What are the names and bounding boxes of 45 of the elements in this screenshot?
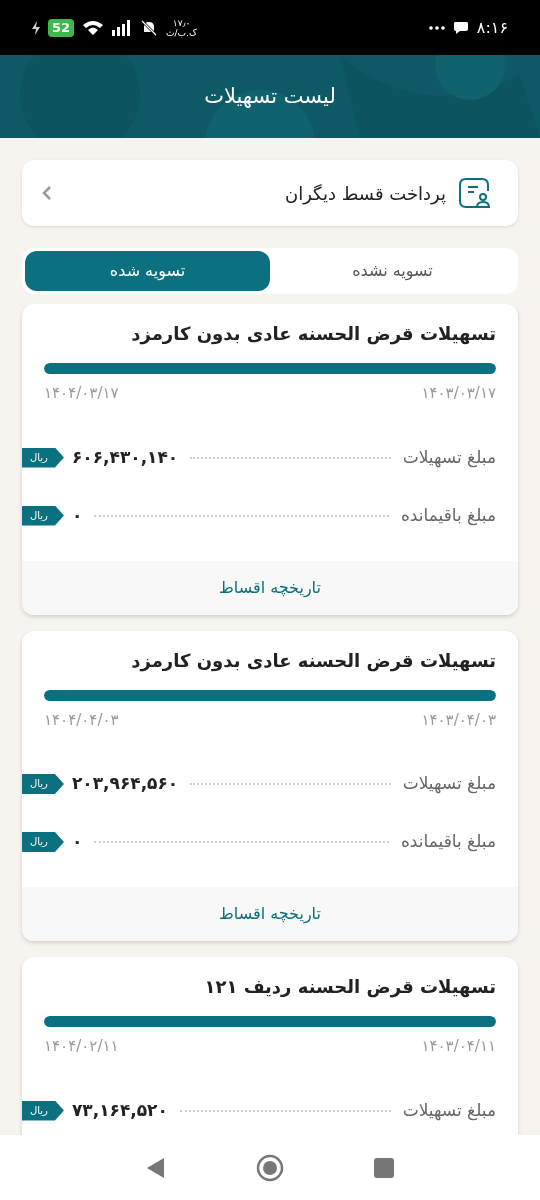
pay-others-installment-button[interactable]: پرداخت قسط دیگران — [22, 160, 518, 226]
signal-icon — [112, 19, 133, 36]
row-label: مبلغ باقیمانده — [400, 830, 496, 854]
muted-bell-icon — [140, 19, 159, 36]
row-label: مبلغ تسهیلات — [402, 772, 496, 796]
start-date: ۱۴۰۳/۰۴/۰۳ — [421, 709, 496, 731]
end-date: ۱۴۰۴/۰۳/۱۷ — [44, 383, 119, 404]
row-label: مبلغ باقیمانده — [400, 503, 496, 528]
currency-tag: ریال — [22, 447, 64, 468]
speed-unit: ک.ب/ث — [166, 27, 197, 38]
start-date: ۱۴۰۳/۰۳/۱۷ — [421, 383, 496, 404]
battery-level: 52 — [48, 18, 75, 37]
start-date: ۱۴۰۳/۰۴/۱۱ — [421, 1036, 496, 1057]
page-title: لیست تسهیلات — [204, 82, 336, 110]
loan-title: تسهیلات قرض الحسنه ردیف ۱۲۱ — [203, 975, 496, 1000]
chevron-left-icon — [42, 185, 52, 201]
end-date: ۱۴۰۴/۰۴/۰۳ — [44, 709, 119, 731]
more-icon — [428, 25, 445, 30]
row-label: مبلغ تسهیلات — [402, 445, 496, 470]
installment-history-link[interactable]: تاریخچه اقساط — [219, 575, 321, 600]
wifi-icon — [82, 19, 105, 36]
tab[interactable]: تسویه شده — [25, 251, 270, 291]
tab[interactable]: تسویه نشده — [270, 251, 515, 291]
amount-value: ۰ — [71, 830, 83, 854]
amount-value: ۶۰۶,۴۳۰,۱۴۰ — [71, 445, 179, 469]
amount-value: ۲۰۳,۹۶۴,۵۶۰ — [71, 772, 179, 796]
back-icon[interactable] — [146, 1156, 166, 1179]
row-label: مبلغ تسهیلات — [402, 1098, 496, 1123]
clock: ۸:۱۶ — [476, 16, 508, 39]
currency-tag: ریال — [22, 774, 64, 794]
home-icon[interactable] — [256, 1153, 284, 1182]
chat-icon — [452, 20, 469, 35]
amount-value: ۷۳,۱۶۴,۵۲۰ — [71, 1098, 168, 1122]
currency-tag: ریال — [22, 505, 64, 526]
loan-title: تسهیلات قرض الحسنه عادی بدون کارمزد — [130, 648, 496, 674]
person-document-icon — [458, 177, 490, 209]
recents-icon[interactable] — [374, 1157, 394, 1178]
currency-tag: ریال — [22, 1100, 64, 1121]
currency-tag: ریال — [22, 832, 64, 852]
end-date: ۱۴۰۴/۰۲/۱۱ — [44, 1036, 119, 1057]
network-speed: ۱۷٫۰ — [172, 17, 191, 28]
amount-value: ۰ — [71, 503, 83, 527]
loan-title: تسهیلات قرض الحسنه عادی بدون کارمزد — [130, 322, 496, 347]
charging-icon — [32, 20, 40, 35]
installment-history-link[interactable]: تاریخچه اقساط — [219, 902, 321, 926]
